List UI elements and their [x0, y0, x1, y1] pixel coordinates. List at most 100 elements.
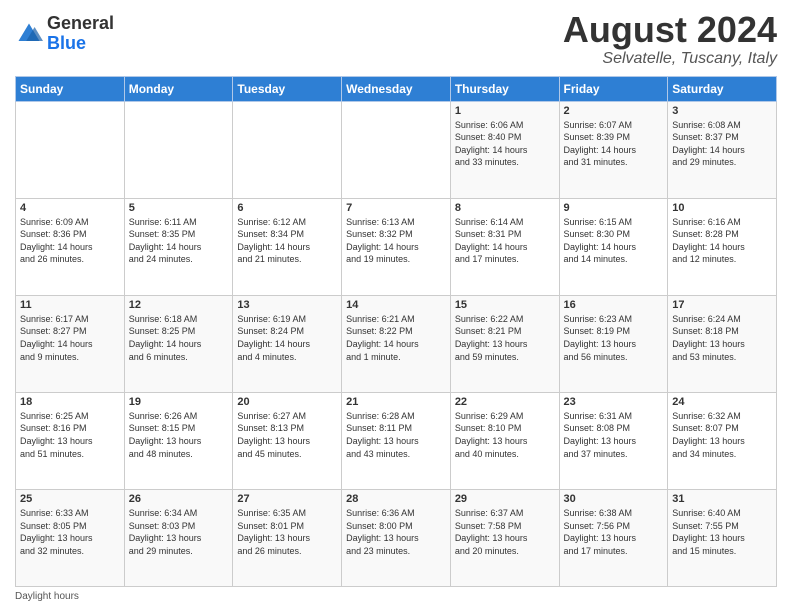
table-row: 26Sunrise: 6:34 AMSunset: 8:03 PMDayligh… — [124, 489, 233, 586]
table-row: 30 Sunrise: 6:38 AMSunset: 7:56 PMDayligh… — [559, 489, 668, 586]
day-info: Sunrise: 6:37 AMSunset: 7:58 PMDaylight:… — [455, 507, 555, 557]
table-row: 7 Sunrise: 6:13 AMSunset: 8:32 PMDaylight… — [342, 198, 451, 295]
calendar-body: 1 Sunrise: 6:06 AMSunset: 8:40 PMDaylight… — [16, 101, 777, 586]
table-row: 28Sunrise: 6:36 AMSunset: 8:00 PMDayligh… — [342, 489, 451, 586]
table-row: 8Sunrise: 6:14 AMSunset: 8:31 PMDaylight… — [450, 198, 559, 295]
day-number: 3 — [672, 105, 772, 117]
day-number: 1 — [455, 105, 555, 117]
calendar-week-3: 11 Sunrise: 6:17 AMSunset: 8:27 PMDayligh… — [16, 295, 777, 392]
calendar-table: Sunday Monday Tuesday Wednesday Thursday… — [15, 76, 777, 587]
day-number: 30 — [564, 493, 664, 505]
header-row: Sunday Monday Tuesday Wednesday Thursday… — [16, 76, 777, 101]
day-info: Sunrise: 6:34 AMSunset: 8:03 PMDaylight:… — [129, 507, 229, 557]
day-number: 12 — [129, 299, 229, 311]
table-row: 5 Sunrise: 6:11 AMSunset: 8:35 PMDaylight… — [124, 198, 233, 295]
day-info: Sunrise: 6:26 AMSunset: 8:15 PMDaylight:… — [129, 410, 229, 460]
col-thursday: Thursday — [450, 76, 559, 101]
day-info: Sunrise: 6:38 AMSunset: 7:56 PMDaylight:… — [564, 507, 664, 557]
page-title: August 2024 — [563, 10, 777, 50]
footer-note: Daylight hours — [15, 591, 777, 602]
day-info: Sunrise: 6:21 AMSunset: 8:22 PMDaylight:… — [346, 313, 446, 363]
table-row: 6Sunrise: 6:12 AMSunset: 8:34 PMDaylight… — [233, 198, 342, 295]
title-block: August 2024 Selvatelle, Tuscany, Italy — [563, 10, 777, 68]
day-info: Sunrise: 6:40 AMSunset: 7:55 PMDaylight:… — [672, 507, 772, 557]
table-row: 23 Sunrise: 6:31 AMSunset: 8:08 PMDayligh… — [559, 392, 668, 489]
table-row: 18Sunrise: 6:25 AMSunset: 8:16 PMDayligh… — [16, 392, 125, 489]
table-row: 31 Sunrise: 6:40 AMSunset: 7:55 PMDayligh… — [668, 489, 777, 586]
col-monday: Monday — [124, 76, 233, 101]
day-number: 19 — [129, 396, 229, 408]
col-sunday: Sunday — [16, 76, 125, 101]
day-number: 7 — [346, 202, 446, 214]
calendar-week-2: 4Sunrise: 6:09 AMSunset: 8:36 PMDaylight… — [16, 198, 777, 295]
day-info: Sunrise: 6:19 AMSunset: 8:24 PMDaylight:… — [237, 313, 337, 363]
table-row: 21 Sunrise: 6:28 AMSunset: 8:11 PMDayligh… — [342, 392, 451, 489]
day-info: Sunrise: 6:07 AMSunset: 8:39 PMDaylight:… — [564, 119, 664, 169]
table-row: 17 Sunrise: 6:24 AMSunset: 8:18 PMDayligh… — [668, 295, 777, 392]
table-row: 1 Sunrise: 6:06 AMSunset: 8:40 PMDaylight… — [450, 101, 559, 198]
table-row: 22 Sunrise: 6:29 AMSunset: 8:10 PMDayligh… — [450, 392, 559, 489]
day-number: 18 — [20, 396, 120, 408]
page-subtitle: Selvatelle, Tuscany, Italy — [563, 50, 777, 68]
table-row: 4Sunrise: 6:09 AMSunset: 8:36 PMDaylight… — [16, 198, 125, 295]
table-row: 2 Sunrise: 6:07 AMSunset: 8:39 PMDaylight… — [559, 101, 668, 198]
day-info: Sunrise: 6:11 AMSunset: 8:35 PMDaylight:… — [129, 216, 229, 266]
table-row: 3 Sunrise: 6:08 AMSunset: 8:37 PMDaylight… — [668, 101, 777, 198]
col-wednesday: Wednesday — [342, 76, 451, 101]
calendar-header: Sunday Monday Tuesday Wednesday Thursday… — [16, 76, 777, 101]
table-row: 11 Sunrise: 6:17 AMSunset: 8:27 PMDayligh… — [16, 295, 125, 392]
day-number: 20 — [237, 396, 337, 408]
day-info: Sunrise: 6:36 AMSunset: 8:00 PMDaylight:… — [346, 507, 446, 557]
table-row: 25 Sunrise: 6:33 AMSunset: 8:05 PMDayligh… — [16, 489, 125, 586]
col-saturday: Saturday — [668, 76, 777, 101]
table-row: 29Sunrise: 6:37 AMSunset: 7:58 PMDayligh… — [450, 489, 559, 586]
table-row: 14 Sunrise: 6:21 AMSunset: 8:22 PMDayligh… — [342, 295, 451, 392]
day-number: 17 — [672, 299, 772, 311]
day-number: 31 — [672, 493, 772, 505]
day-number: 21 — [346, 396, 446, 408]
day-number: 10 — [672, 202, 772, 214]
day-info: Sunrise: 6:08 AMSunset: 8:37 PMDaylight:… — [672, 119, 772, 169]
day-number: 8 — [455, 202, 555, 214]
day-number: 2 — [564, 105, 664, 117]
day-number: 11 — [20, 299, 120, 311]
day-info: Sunrise: 6:29 AMSunset: 8:10 PMDaylight:… — [455, 410, 555, 460]
day-number: 9 — [564, 202, 664, 214]
day-info: Sunrise: 6:24 AMSunset: 8:18 PMDaylight:… — [672, 313, 772, 363]
logo-blue: Blue — [47, 34, 114, 54]
table-row — [342, 101, 451, 198]
day-number: 14 — [346, 299, 446, 311]
day-number: 23 — [564, 396, 664, 408]
day-info: Sunrise: 6:13 AMSunset: 8:32 PMDaylight:… — [346, 216, 446, 266]
day-number: 5 — [129, 202, 229, 214]
table-row: 20 Sunrise: 6:27 AMSunset: 8:13 PMDayligh… — [233, 392, 342, 489]
day-info: Sunrise: 6:15 AMSunset: 8:30 PMDaylight:… — [564, 216, 664, 266]
table-row: 9 Sunrise: 6:15 AMSunset: 8:30 PMDaylight… — [559, 198, 668, 295]
day-number: 24 — [672, 396, 772, 408]
day-info: Sunrise: 6:06 AMSunset: 8:40 PMDaylight:… — [455, 119, 555, 169]
logo-text: General Blue — [47, 14, 114, 54]
day-number: 15 — [455, 299, 555, 311]
col-tuesday: Tuesday — [233, 76, 342, 101]
day-info: Sunrise: 6:32 AMSunset: 8:07 PMDaylight:… — [672, 410, 772, 460]
calendar-week-4: 18Sunrise: 6:25 AMSunset: 8:16 PMDayligh… — [16, 392, 777, 489]
day-info: Sunrise: 6:33 AMSunset: 8:05 PMDaylight:… — [20, 507, 120, 557]
col-friday: Friday — [559, 76, 668, 101]
table-row: 27Sunrise: 6:35 AMSunset: 8:01 PMDayligh… — [233, 489, 342, 586]
day-info: Sunrise: 6:22 AMSunset: 8:21 PMDaylight:… — [455, 313, 555, 363]
day-number: 4 — [20, 202, 120, 214]
day-info: Sunrise: 6:31 AMSunset: 8:08 PMDaylight:… — [564, 410, 664, 460]
day-info: Sunrise: 6:18 AMSunset: 8:25 PMDaylight:… — [129, 313, 229, 363]
day-number: 22 — [455, 396, 555, 408]
day-info: Sunrise: 6:27 AMSunset: 8:13 PMDaylight:… — [237, 410, 337, 460]
calendar-week-1: 1 Sunrise: 6:06 AMSunset: 8:40 PMDaylight… — [16, 101, 777, 198]
logo-general: General — [47, 14, 114, 34]
day-info: Sunrise: 6:28 AMSunset: 8:11 PMDaylight:… — [346, 410, 446, 460]
day-number: 25 — [20, 493, 120, 505]
day-info: Sunrise: 6:35 AMSunset: 8:01 PMDaylight:… — [237, 507, 337, 557]
table-row: 12 Sunrise: 6:18 AMSunset: 8:25 PMDayligh… — [124, 295, 233, 392]
table-row: 24 Sunrise: 6:32 AMSunset: 8:07 PMDayligh… — [668, 392, 777, 489]
day-info: Sunrise: 6:17 AMSunset: 8:27 PMDaylight:… — [20, 313, 120, 363]
table-row — [124, 101, 233, 198]
day-number: 6 — [237, 202, 337, 214]
